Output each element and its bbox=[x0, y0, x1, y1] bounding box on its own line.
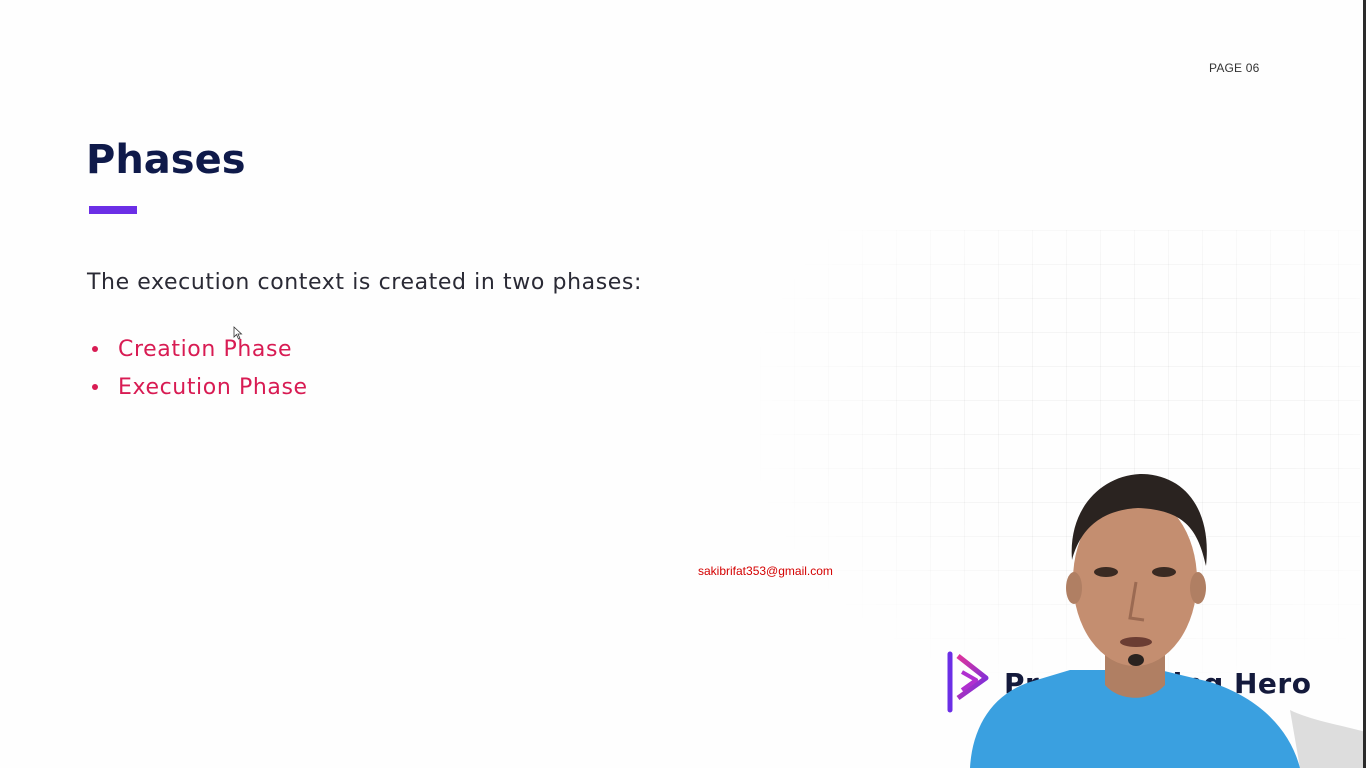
slide: PAGE 06 Phases The execution context is … bbox=[0, 0, 1366, 768]
intro-text: The execution context is created in two … bbox=[87, 270, 642, 295]
phase-label: Execution Phase bbox=[118, 374, 308, 400]
mouse-cursor-icon bbox=[233, 326, 243, 340]
phase-label: Creation Phase bbox=[118, 336, 293, 362]
bullet-icon bbox=[92, 384, 98, 390]
bullet-icon bbox=[92, 346, 98, 352]
phase-list: Creation Phase Execution Phase bbox=[88, 330, 308, 406]
slide-title: Phases bbox=[86, 137, 246, 183]
presenter-webcam bbox=[970, 474, 1366, 768]
list-item: Creation Phase bbox=[88, 330, 308, 368]
page-number: PAGE 06 bbox=[1209, 61, 1260, 75]
watermark-email: sakibrifat353@gmail.com bbox=[698, 564, 833, 578]
list-item: Execution Phase bbox=[88, 368, 308, 406]
title-accent-bar bbox=[89, 206, 137, 214]
